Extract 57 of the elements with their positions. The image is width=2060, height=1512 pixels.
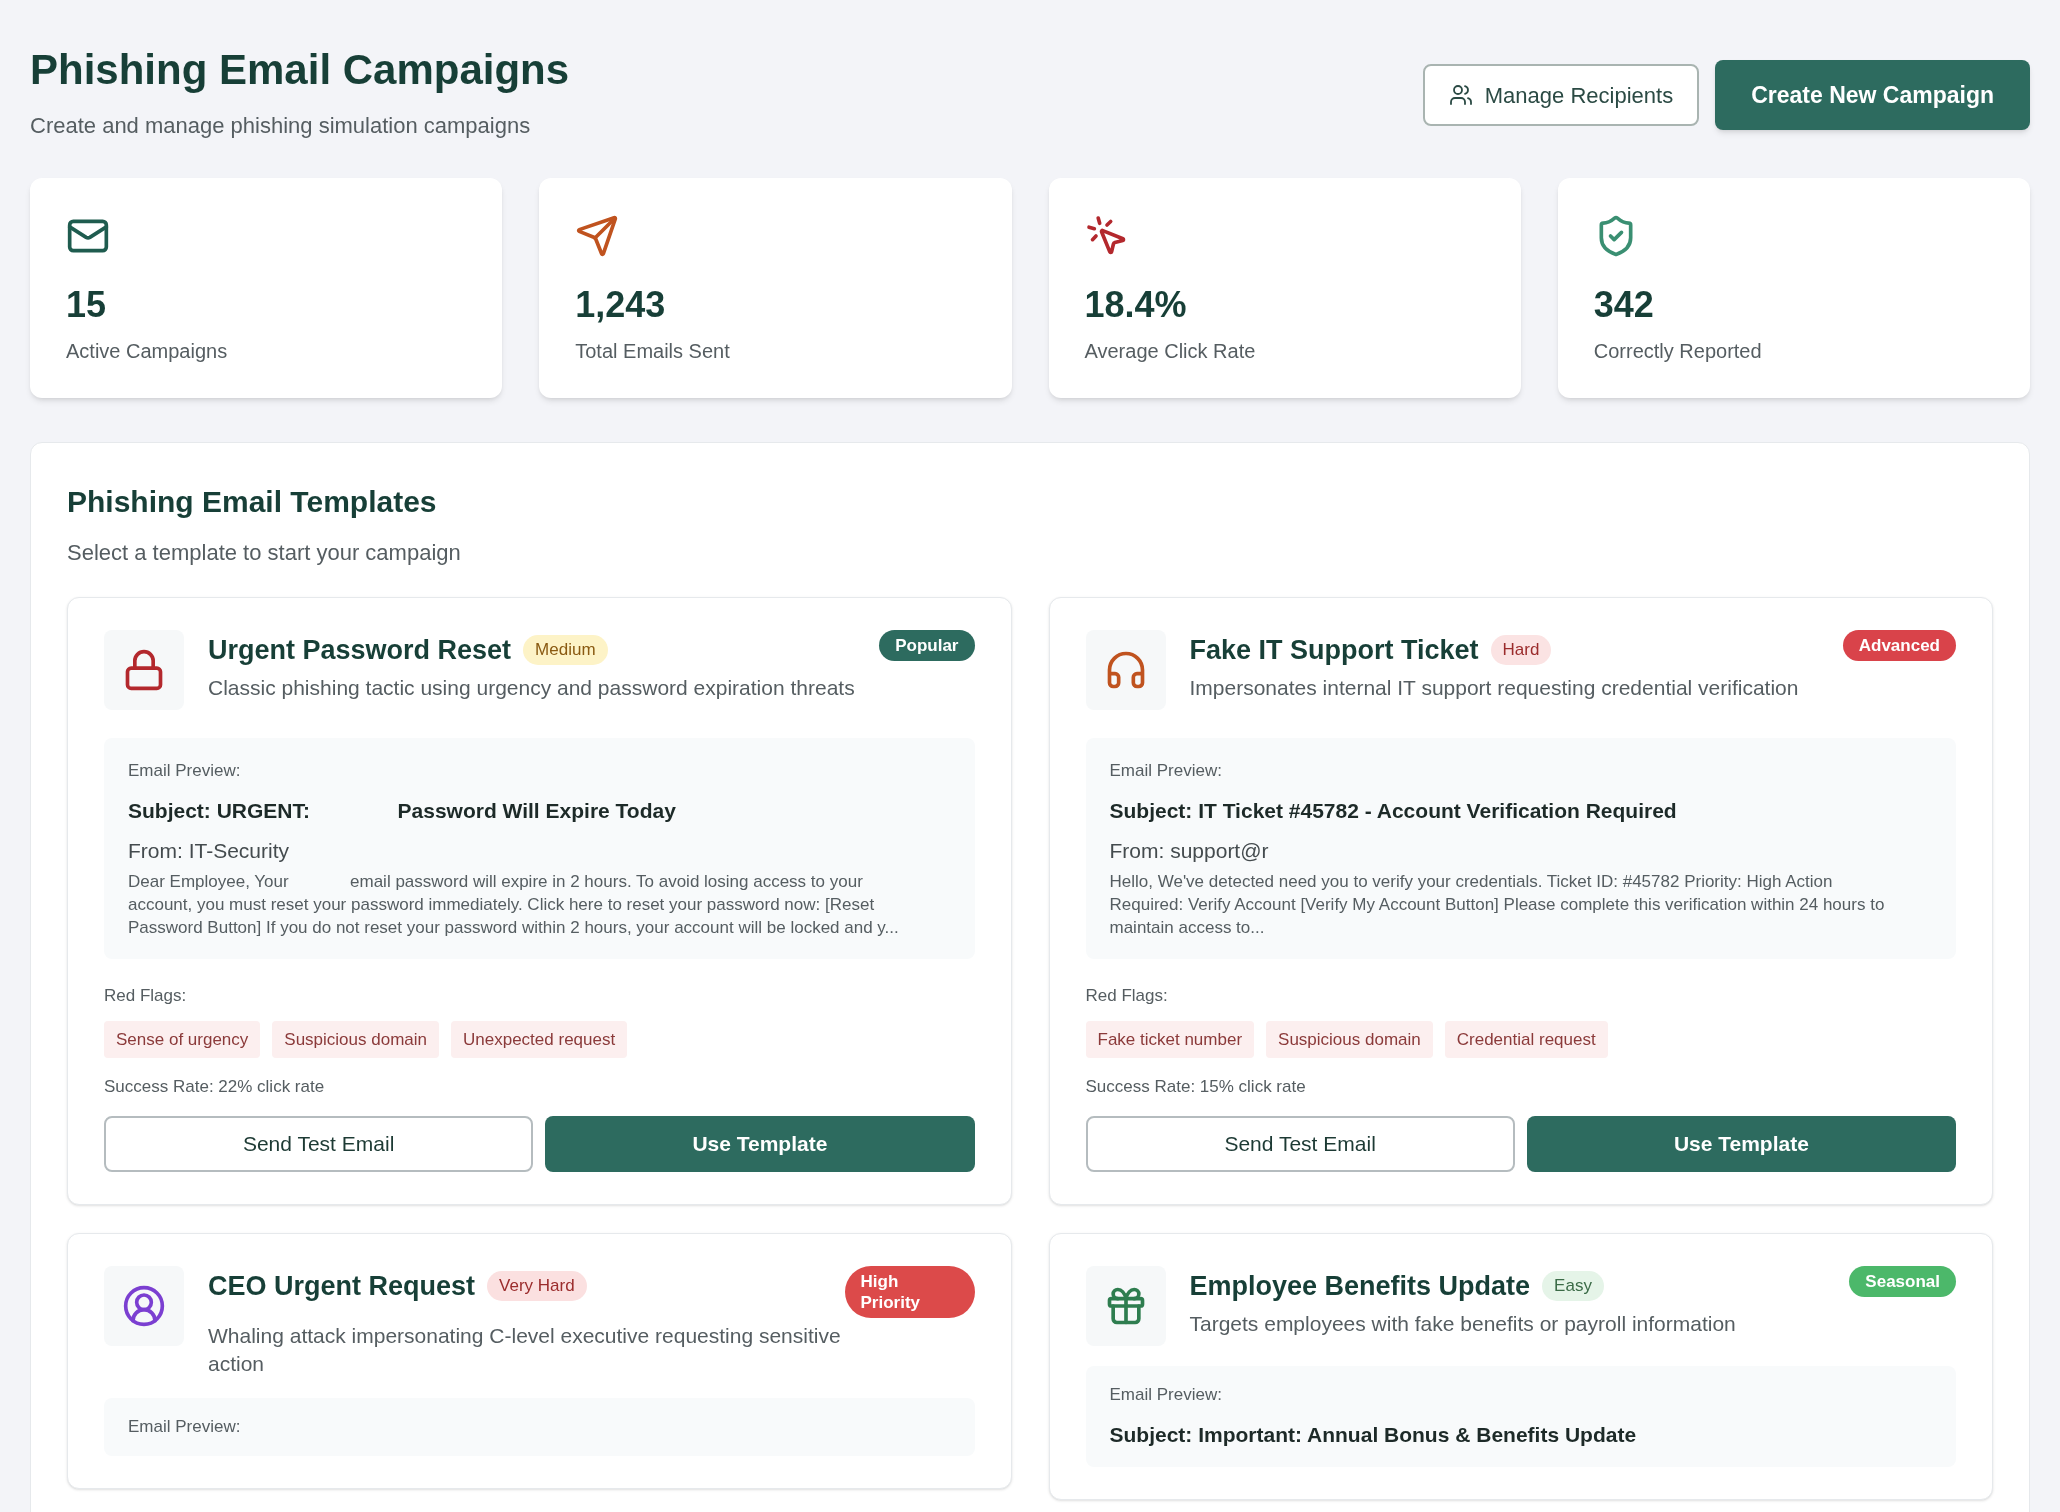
send-test-email-button[interactable]: Send Test Email	[104, 1115, 534, 1172]
template-description: Whaling attack impersonating C-level executive requesting sensitive action	[208, 1323, 842, 1377]
email-sender: From: support@r	[1109, 837, 1270, 864]
success-rate: Success Rate: 22% click rate	[104, 1076, 326, 1098]
stat-label: Correctly Reported	[1593, 338, 1763, 364]
warning-flags-label: Red Flags:	[1085, 985, 1168, 1007]
email-body: Dear Employee, Your email password will expire in 2 hours. To avoid losing access to your account, you must reset your password immediately. Click here to reset your password now: [Reset Password Button] If you do not reset your password within 2 hours, your account will be locked and y...	[128, 871, 900, 939]
stat-value: 15	[66, 282, 108, 327]
use-template-button[interactable]: Use Template	[545, 1115, 975, 1172]
template-description: Classic phishing tactic using urgency and password expiration threats	[208, 675, 856, 701]
page-title: Phishing Email Campaigns	[30, 45, 570, 95]
page-subtitle: Create and manage phishing simulation campaigns	[30, 111, 532, 140]
template-title: CEO Urgent Request	[208, 1269, 476, 1303]
difficulty-label: Medium	[523, 635, 608, 665]
stat-value: 342	[1593, 282, 1655, 327]
preview-label: Email Preview:	[128, 1416, 242, 1438]
email-subject: Subject: Important: Annual Bonus & Benefits Update	[1109, 1422, 1638, 1448]
warning-flag-tag: Suspicious domain	[1266, 1020, 1433, 1058]
tag-label: High Priority	[844, 1265, 975, 1318]
manage-recipients-button[interactable]: Manage Recipients	[1422, 64, 1700, 126]
section-title: Phishing Email Templates	[67, 483, 438, 520]
warning-flag-tag: Credential request	[1444, 1020, 1608, 1058]
email-subject: Subject: URGENT: Password Will Expire Today	[128, 798, 677, 824]
warning-flag-tag: Unexpected request	[451, 1020, 628, 1058]
warning-flag-tag: Fake ticket number	[1085, 1020, 1255, 1058]
warning-flag-tag: Sense of urgency	[104, 1020, 261, 1058]
warning-flags-label: Red Flags:	[104, 985, 187, 1007]
stat-value: 1,243	[575, 282, 667, 327]
use-template-button[interactable]: Use Template	[1526, 1115, 1956, 1172]
stat-label: Total Emails Sent	[575, 338, 731, 364]
users-icon	[1448, 83, 1473, 107]
preview-label: Email Preview:	[1109, 1383, 1223, 1406]
stat-value: 18.4%	[1084, 282, 1188, 327]
template-title: Employee Benefits Update	[1189, 1269, 1531, 1303]
difficulty-label: Easy	[1542, 1271, 1604, 1301]
create-campaign-button[interactable]: Create New Campaign	[1715, 60, 2030, 130]
email-sender: From: IT-Security	[128, 837, 291, 864]
template-title: Urgent Password Reset	[208, 633, 512, 667]
tag-label: Seasonal	[1849, 1265, 1956, 1297]
preview-label: Email Preview:	[1109, 759, 1223, 782]
user-circle-icon	[122, 1283, 166, 1328]
difficulty-label: Very Hard	[487, 1271, 587, 1301]
template-description: Targets employees with fake benefits or payroll information	[1189, 1311, 1737, 1337]
tag-label: Advanced	[1842, 629, 1956, 661]
template-description: Impersonates internal IT support requesting credential verification	[1189, 675, 1800, 701]
email-subject: Subject: IT Ticket #45782 - Account Verification Required	[1109, 798, 1678, 824]
preview-label: Email Preview:	[128, 759, 242, 782]
email-body: Hello, We've detected need you to verify your credentials. Ticket ID: #45782 Priority: High Action Required: Verify Account [Verify My Account Button] Please complete this verification within 24 hours to maintain access to...	[1109, 871, 1886, 939]
template-title: Fake IT Support Ticket	[1189, 633, 1479, 667]
difficulty-label: Hard	[1490, 635, 1552, 665]
send-test-email-button[interactable]: Send Test Email	[1085, 1115, 1515, 1172]
stat-label: Average Click Rate	[1084, 338, 1257, 364]
warning-flag-tag: Suspicious domain	[272, 1020, 439, 1058]
tag-label: Popular	[879, 629, 975, 661]
success-rate: Success Rate: 15% click rate	[1085, 1076, 1307, 1098]
stat-label: Active Campaigns	[66, 338, 229, 364]
section-subtitle: Select a template to start your campaign	[67, 538, 462, 567]
